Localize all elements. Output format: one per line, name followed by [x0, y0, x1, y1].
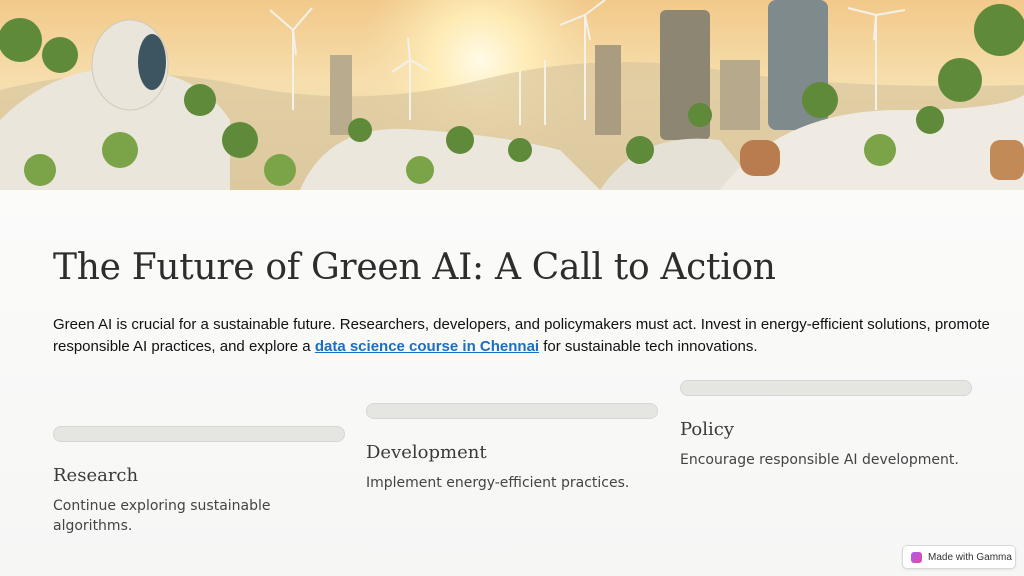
research-bar	[53, 426, 345, 442]
badge-label: Made with Gamma	[928, 551, 1012, 563]
research-column: Research Continue exploring sustainable …	[53, 426, 345, 536]
policy-column: Policy Encourage responsible AI developm…	[680, 380, 972, 470]
data-science-course-link[interactable]: data science course in Chennai	[315, 338, 539, 355]
intro-text-after-link: for sustainable tech innovations.	[539, 338, 758, 355]
research-heading: Research	[53, 465, 139, 486]
development-column: Development Implement energy-efficient p…	[366, 403, 658, 493]
policy-heading: Policy	[680, 419, 734, 440]
hero-image	[0, 0, 1024, 190]
page-title: The Future of Green AI: A Call to Action	[53, 247, 776, 288]
intro-paragraph: Green AI is crucial for a sustainable fu…	[53, 314, 993, 358]
gamma-logo-icon	[911, 551, 922, 563]
development-bar	[366, 403, 658, 419]
made-with-gamma-badge[interactable]: Made with Gamma	[902, 545, 1016, 569]
development-heading: Development	[366, 442, 487, 463]
policy-bar	[680, 380, 972, 396]
policy-text: Encourage responsible AI development.	[680, 452, 959, 468]
development-text: Implement energy-efficient practices.	[366, 475, 630, 491]
research-text: Continue exploring sustainable algorithm…	[53, 498, 271, 534]
